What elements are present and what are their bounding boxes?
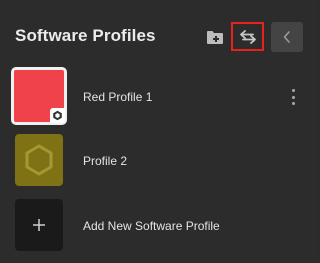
panel-title: Software Profiles — [15, 26, 156, 45]
add-folder-button[interactable] — [204, 27, 226, 47]
profile-label: Red Profile 1 — [83, 90, 153, 104]
profile-label: Profile 2 — [83, 154, 128, 168]
profile-item-profile-2[interactable]: Profile 2 — [0, 132, 317, 194]
folder-plus-icon — [207, 30, 223, 44]
more-options-icon[interactable] — [288, 89, 298, 105]
swap-profiles-button[interactable] — [231, 22, 264, 51]
add-profile-tile[interactable] — [15, 199, 63, 251]
software-profiles-panel: Software Profiles Red Profile 1 Profile … — [0, 0, 317, 263]
hexagon-outline-icon — [25, 144, 53, 176]
profile-thumbnail[interactable] — [11, 67, 67, 125]
active-profile-badge — [50, 108, 65, 123]
add-new-profile-item[interactable]: Add New Software Profile — [0, 197, 317, 259]
hexagon-badge-icon — [53, 110, 62, 121]
profile-item-red-profile-1[interactable]: Red Profile 1 — [0, 67, 317, 129]
plus-icon — [33, 219, 45, 231]
swap-arrows-icon — [239, 29, 256, 44]
profile-thumbnail[interactable] — [15, 134, 63, 186]
chevron-left-icon — [283, 31, 290, 43]
collapse-panel-button[interactable] — [271, 22, 303, 52]
add-profile-label: Add New Software Profile — [83, 219, 220, 233]
